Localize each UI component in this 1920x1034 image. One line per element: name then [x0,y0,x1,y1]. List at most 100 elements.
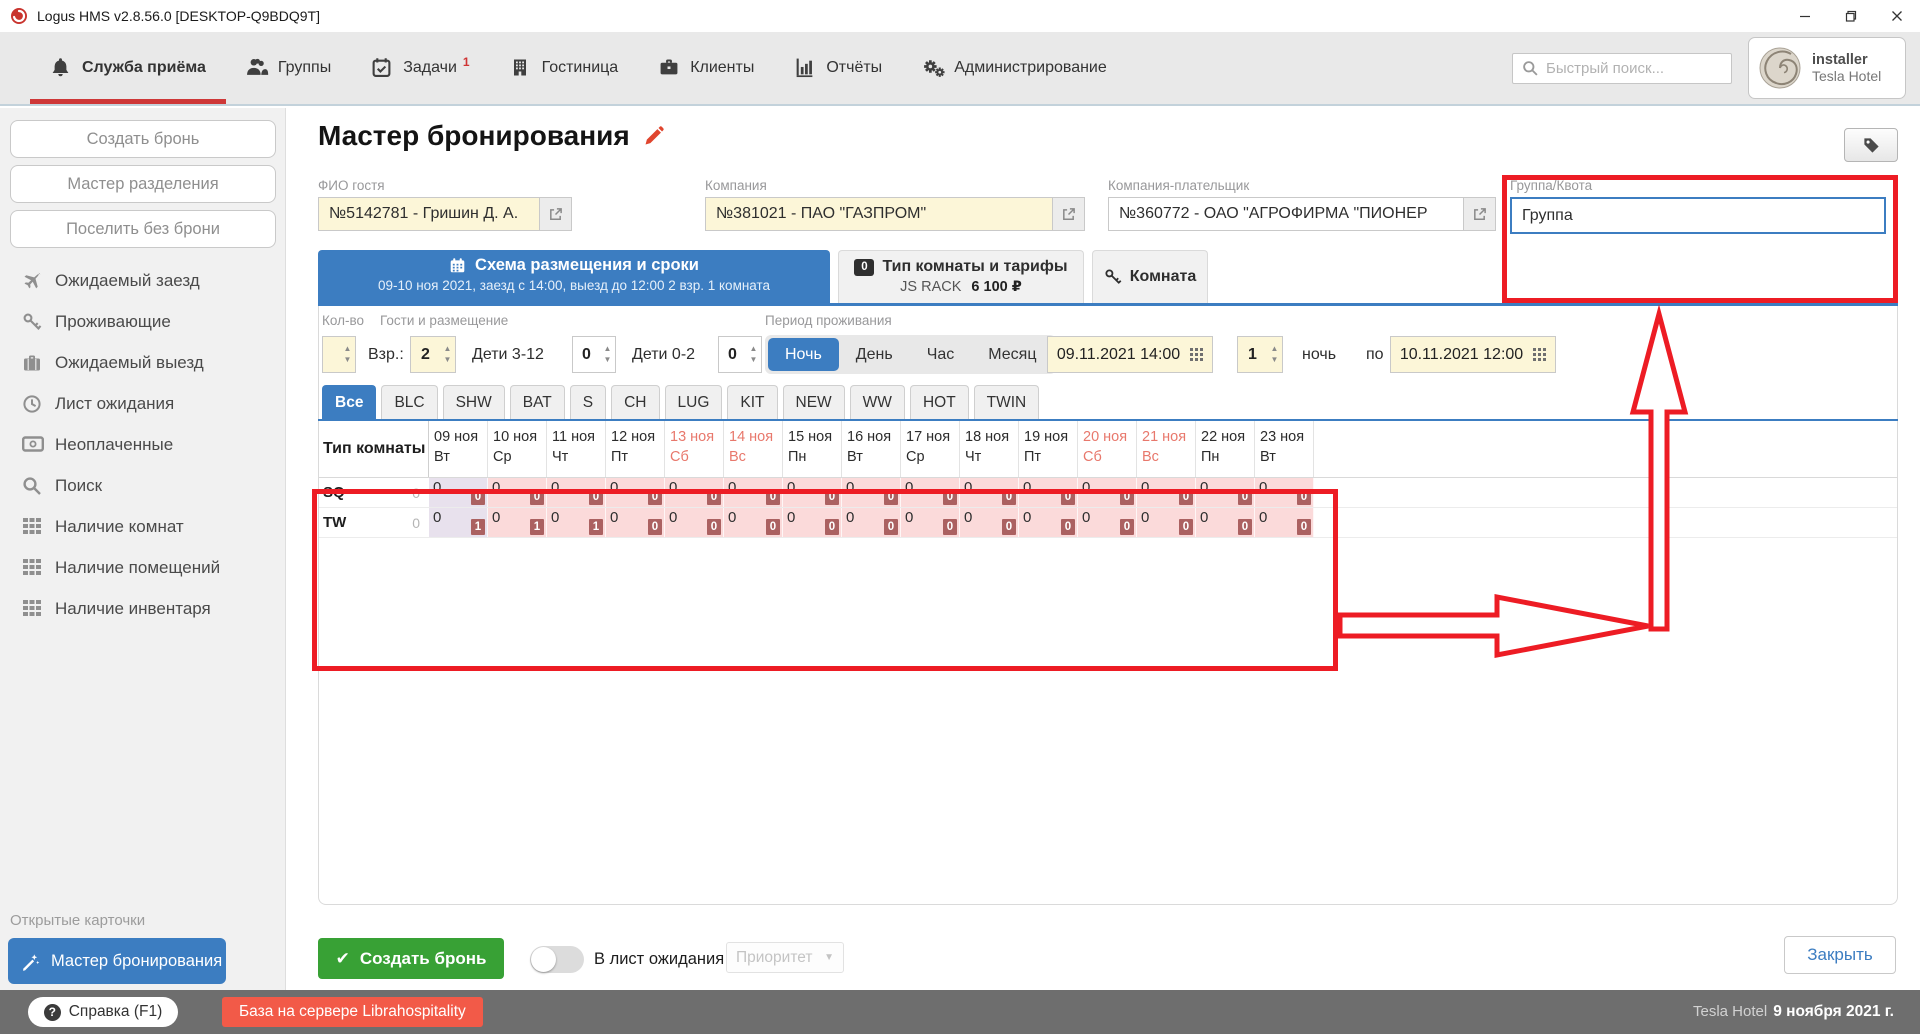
availability-cell[interactable]: 00 [1137,508,1196,537]
payer-field[interactable]: №360772 - ОАО "АГРОФИРМА "ПИОНЕР [1108,197,1464,231]
nav-item-groups[interactable]: Группы [226,32,351,104]
sidebar-item-guests-inhouse[interactable]: Проживающие [0,301,285,342]
availability-cell[interactable]: 01 [429,508,488,537]
cell-badge: 0 [825,489,839,505]
quantity-stepper[interactable]: ▲▼ [322,336,356,373]
priority-select[interactable]: Приоритет ▼ [726,942,844,973]
availability-cell[interactable]: 00 [783,508,842,537]
create-booking-button[interactable]: ✔ Создать бронь [318,938,504,979]
payer-open-card-button[interactable] [1464,197,1496,231]
availability-cell[interactable]: 01 [488,508,547,537]
filter-tab-NEW[interactable]: NEW [783,385,845,419]
sidebar-button-checkin-without-booking[interactable]: Поселить без брони [10,210,276,248]
help-button[interactable]: ? Справка (F1) [28,997,178,1027]
availability-cell[interactable]: 00 [1137,478,1196,507]
availability-cell[interactable]: 00 [960,478,1019,507]
availability-cell[interactable]: 00 [1019,478,1078,507]
sidebar-item-waiting-list[interactable]: Лист ожидания [0,383,285,424]
availability-cell[interactable]: 00 [1255,478,1314,507]
filter-tab-HOT[interactable]: HOT [910,385,969,419]
availability-cell[interactable]: 00 [665,508,724,537]
company-field[interactable]: №381021 - ПАО "ГАЗПРОМ" [705,197,1053,231]
sidebar-item-inventory-availability[interactable]: Наличие инвентаря [0,588,285,629]
sidebar-item-spaces-availability[interactable]: Наличие помещений [0,547,285,588]
availability-cell[interactable]: 00 [1196,508,1255,537]
nav-item-tasks[interactable]: Задачи1 [351,32,489,104]
filter-tab-S[interactable]: S [570,385,606,419]
availability-cell[interactable]: 00 [901,478,960,507]
filter-tab-LUG[interactable]: LUG [665,385,723,419]
nav-item-reports[interactable]: Отчёты [774,32,902,104]
quick-search[interactable] [1512,53,1732,84]
guest-field[interactable]: №5142781 - Гришин Д. А. [318,197,540,231]
database-server-button[interactable]: База на сервере Librahospitality [222,997,483,1027]
nav-item-reception[interactable]: Служба приёма [30,32,226,104]
availability-cell[interactable]: 00 [429,478,488,507]
checkin-date-field[interactable]: 09.11.2021 14:00 [1047,336,1213,373]
filter-tab-TWIN[interactable]: TWIN [974,385,1040,419]
availability-cell[interactable]: 00 [665,478,724,507]
filter-tab-CH[interactable]: CH [611,385,659,419]
sidebar-button-create-booking[interactable]: Создать бронь [10,120,276,158]
waitlist-toggle[interactable] [530,946,584,973]
availability-cell[interactable]: 00 [1019,508,1078,537]
sidebar-item-expected-arrival[interactable]: Ожидаемый заезд [0,260,285,301]
children-0-2-stepper[interactable]: 0▲▼ [718,336,762,373]
period-option-ночь[interactable]: Ночь [768,338,839,371]
sidebar-item-unpaid[interactable]: Неоплаченные [0,424,285,465]
tab-room-type-and-rates[interactable]: 0 Тип комнаты и тарифы JS RACK 6 100 ₽ [838,250,1084,303]
availability-cell[interactable]: 00 [724,508,783,537]
guest-open-card-button[interactable] [540,197,572,231]
checkout-date-field[interactable]: 10.11.2021 12:00 [1390,336,1556,373]
sidebar-item-rooms-availability[interactable]: Наличие комнат [0,506,285,547]
filter-tab-BLC[interactable]: BLC [381,385,437,419]
children-3-12-stepper[interactable]: 0▲▼ [572,336,616,373]
tab-placement-and-dates[interactable]: Схема размещения и сроки 09-10 ноя 2021,… [318,250,830,303]
group-field[interactable]: Группа [1510,197,1886,234]
filter-tab-SHW[interactable]: SHW [443,385,505,419]
availability-cell[interactable]: 00 [1196,478,1255,507]
period-option-месяц[interactable]: Месяц [971,338,1053,371]
availability-cell[interactable]: 00 [783,478,842,507]
search-input[interactable] [1546,60,1745,77]
close-button[interactable] [1874,0,1920,32]
availability-cell[interactable]: 00 [606,478,665,507]
availability-cell[interactable]: 00 [842,478,901,507]
filter-tab-WW[interactable]: WW [850,385,905,419]
tags-button[interactable] [1844,128,1898,162]
availability-cell[interactable]: 00 [901,508,960,537]
nav-item-clients[interactable]: Клиенты [638,32,774,104]
nights-stepper[interactable]: 1▲▼ [1237,336,1283,373]
maximize-button[interactable] [1828,0,1874,32]
edit-pencil-icon[interactable] [643,125,665,147]
sidebar-button-split-wizard[interactable]: Мастер разделения [10,165,276,203]
open-card-booking-wizard[interactable]: Мастер бронирования [8,938,226,984]
tab-room[interactable]: Комната [1092,250,1208,303]
filter-tab-BAT[interactable]: BAT [510,385,565,419]
nav-item-admin[interactable]: Администрирование [902,32,1127,104]
nav-item-hotel[interactable]: Гостиница [490,32,639,104]
availability-cell[interactable]: 00 [842,508,901,537]
filter-tab-KIT[interactable]: KIT [727,385,777,419]
period-option-день[interactable]: День [839,338,910,371]
availability-cell[interactable]: 00 [960,508,1019,537]
close-wizard-button[interactable]: Закрыть [1784,936,1896,974]
minimize-button[interactable] [1782,0,1828,32]
company-open-card-button[interactable] [1053,197,1085,231]
period-option-час[interactable]: Час [910,338,972,371]
user-card[interactable]: installer Tesla Hotel [1748,37,1906,99]
availability-cell[interactable]: 00 [1255,508,1314,537]
sidebar-item-search[interactable]: Поиск [0,465,285,506]
availability-cell[interactable]: 00 [1078,508,1137,537]
availability-cell[interactable]: 00 [1078,478,1137,507]
cell-value: 0 [492,479,500,496]
date-header-16-ноя: 16 нояВт [842,421,901,477]
availability-cell[interactable]: 00 [547,478,606,507]
availability-cell[interactable]: 00 [724,478,783,507]
availability-cell[interactable]: 00 [606,508,665,537]
adults-stepper[interactable]: 2▲▼ [410,336,456,373]
filter-tab-Все[interactable]: Все [322,385,376,419]
availability-cell[interactable]: 01 [547,508,606,537]
availability-cell[interactable]: 00 [488,478,547,507]
sidebar-item-expected-departure[interactable]: Ожидаемый выезд [0,342,285,383]
